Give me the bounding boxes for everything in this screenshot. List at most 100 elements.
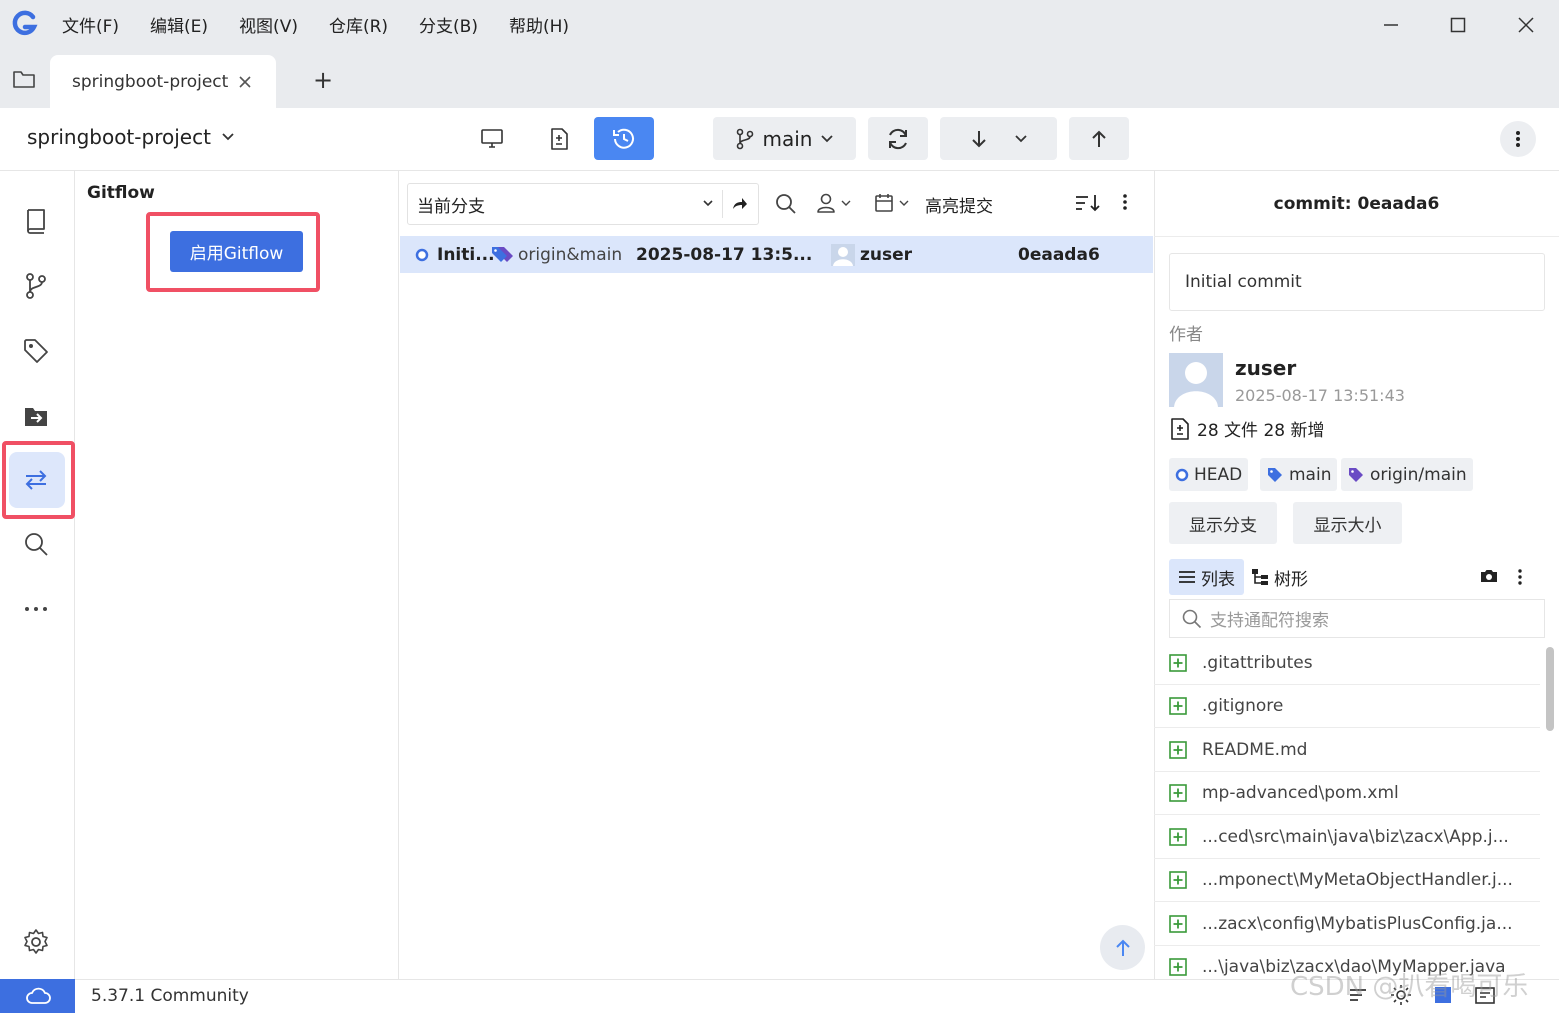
ref-chip-origin-main[interactable]: origin/main	[1341, 458, 1473, 491]
file-list-more-button[interactable]	[1517, 568, 1523, 586]
commit-date: 2025-08-17 13:5...	[636, 244, 813, 265]
ref-chip-main[interactable]: main	[1260, 458, 1338, 491]
file-search-placeholder: 支持通配符搜索	[1210, 611, 1329, 631]
highlight-commits-toggle[interactable]: 高亮提交	[925, 192, 993, 217]
close-tab-icon[interactable]	[238, 75, 252, 89]
sidebar-item-search[interactable]	[22, 530, 50, 558]
open-folder-button[interactable]	[12, 68, 38, 92]
commit-search-button[interactable]	[775, 193, 797, 215]
view-tree-tab[interactable]: 树形	[1251, 559, 1308, 595]
commit-row[interactable]: Initi... origin&main 2025-08-17 13:5... …	[400, 236, 1153, 273]
show-size-button[interactable]: 显示大小	[1293, 502, 1402, 544]
menu-edit[interactable]: 编辑(E)	[150, 12, 208, 37]
file-added-icon	[1169, 958, 1187, 976]
sidebar-item-more[interactable]	[22, 595, 50, 623]
file-search-input[interactable]: 支持通配符搜索	[1169, 599, 1545, 638]
chevron-down-icon	[821, 134, 834, 142]
ref-chip-label: main	[1289, 464, 1332, 485]
list-item[interactable]: ...ced\src\main\java\biz\zacx\App.j...	[1154, 816, 1540, 859]
history-icon	[613, 128, 634, 149]
commit-detail-message: Initial commit	[1169, 253, 1545, 311]
fetch-button[interactable]	[868, 117, 928, 160]
date-filter[interactable]	[874, 192, 909, 214]
more-vertical-icon	[1516, 131, 1520, 147]
close-window-button[interactable]	[1511, 10, 1541, 40]
branch-filter-select[interactable]: 当前分支	[407, 183, 759, 225]
minimize-button[interactable]	[1376, 10, 1406, 40]
view-list-label: 列表	[1201, 569, 1235, 590]
cloud-sync-button[interactable]	[0, 979, 75, 1013]
file-name: README.md	[1202, 740, 1308, 760]
sidebar-item-tags[interactable]	[22, 337, 50, 365]
author-label: 作者	[1169, 325, 1203, 345]
ref-chip-label: HEAD	[1194, 464, 1243, 485]
scroll-to-top-button[interactable]	[1100, 925, 1145, 970]
show-branches-button[interactable]: 显示分支	[1169, 502, 1277, 544]
chevron-down-icon[interactable]	[1014, 134, 1028, 144]
branch-tag-icon	[1268, 467, 1282, 482]
file-name: .gitignore	[1202, 696, 1284, 716]
sidebar-item-workspace[interactable]	[22, 207, 50, 235]
commit-node-icon	[415, 236, 429, 273]
menu-help[interactable]: 帮助(H)	[509, 12, 569, 37]
list-item[interactable]: .gitignore	[1154, 685, 1540, 728]
arrow-up-icon	[1115, 939, 1130, 956]
sort-button[interactable]	[1074, 192, 1102, 214]
avatar	[1169, 353, 1223, 407]
list-item[interactable]: README.md	[1154, 729, 1540, 772]
branch-name: main	[762, 126, 813, 151]
push-button[interactable]	[1069, 117, 1129, 160]
sidebar-item-remotes[interactable]	[22, 402, 50, 430]
repo-selector[interactable]: springboot-project	[27, 125, 235, 149]
maximize-icon	[1450, 17, 1466, 33]
refresh-icon	[889, 128, 907, 149]
author-avatar	[831, 236, 855, 273]
sidebar-item-settings[interactable]	[22, 928, 50, 956]
add-tab-button[interactable]: +	[313, 68, 333, 92]
tab-label: springboot-project	[72, 71, 229, 92]
search-icon	[1182, 609, 1202, 628]
menu-bar: 文件(F) 编辑(E) 视图(V) 仓库(R) 分支(B) 帮助(H)	[62, 0, 600, 48]
file-name: ...ced\src\main\java\biz\zacx\App.j...	[1202, 827, 1509, 847]
gitflow-panel	[75, 171, 399, 979]
tab-springboot-project[interactable]: springboot-project	[50, 55, 276, 108]
screenshot-button[interactable]	[1480, 568, 1498, 584]
branch-icon	[736, 128, 753, 149]
ref-chip-head[interactable]: HEAD	[1169, 458, 1249, 491]
tag-icon	[24, 339, 48, 363]
calendar-icon	[875, 194, 893, 212]
pull-button[interactable]	[940, 117, 1057, 160]
branch-selector[interactable]: main	[713, 117, 856, 160]
history-button[interactable]	[594, 117, 654, 160]
commit-refs: origin&main	[518, 244, 623, 265]
file-name: ...mponect\MyMetaObjectHandler.j...	[1202, 870, 1513, 890]
view-list-tab[interactable]: 列表	[1169, 559, 1244, 595]
commit-detail-header: commit: 0eaada6	[1154, 171, 1559, 237]
workspace-button[interactable]	[474, 117, 510, 160]
search-icon	[776, 194, 796, 214]
list-item[interactable]: mp-advanced\pom.xml	[1154, 772, 1540, 815]
file-list-scrollbar[interactable]	[1546, 647, 1554, 731]
monitor-icon	[481, 128, 503, 148]
list-item[interactable]: .gitattributes	[1154, 642, 1540, 685]
more-vertical-icon	[1518, 569, 1522, 585]
menu-view[interactable]: 视图(V)	[239, 12, 298, 37]
list-icon	[1179, 571, 1195, 583]
enable-gitflow-button[interactable]: 启用Gitflow	[170, 231, 303, 272]
share-arrow-icon[interactable]	[730, 195, 748, 213]
version-label: 5.37.1 Community	[91, 986, 249, 1006]
file-diff-icon	[1171, 417, 1189, 440]
file-added-icon	[1169, 697, 1187, 715]
sidebar-item-branches[interactable]	[22, 272, 50, 300]
menu-repository[interactable]: 仓库(R)	[329, 12, 388, 37]
toolbar-more-button[interactable]	[1500, 121, 1536, 157]
commit-list-more-button[interactable]	[1122, 192, 1128, 212]
menu-file[interactable]: 文件(F)	[62, 12, 119, 37]
maximize-button[interactable]	[1443, 10, 1473, 40]
ref-chip-label: origin/main	[1370, 464, 1467, 485]
menu-branch[interactable]: 分支(B)	[419, 12, 478, 37]
changes-button[interactable]	[541, 117, 577, 160]
list-item[interactable]: ...zacx\config\MybatisPlusConfig.ja...	[1154, 903, 1540, 946]
author-filter[interactable]	[816, 192, 851, 214]
list-item[interactable]: ...mponect\MyMetaObjectHandler.j...	[1154, 859, 1540, 902]
